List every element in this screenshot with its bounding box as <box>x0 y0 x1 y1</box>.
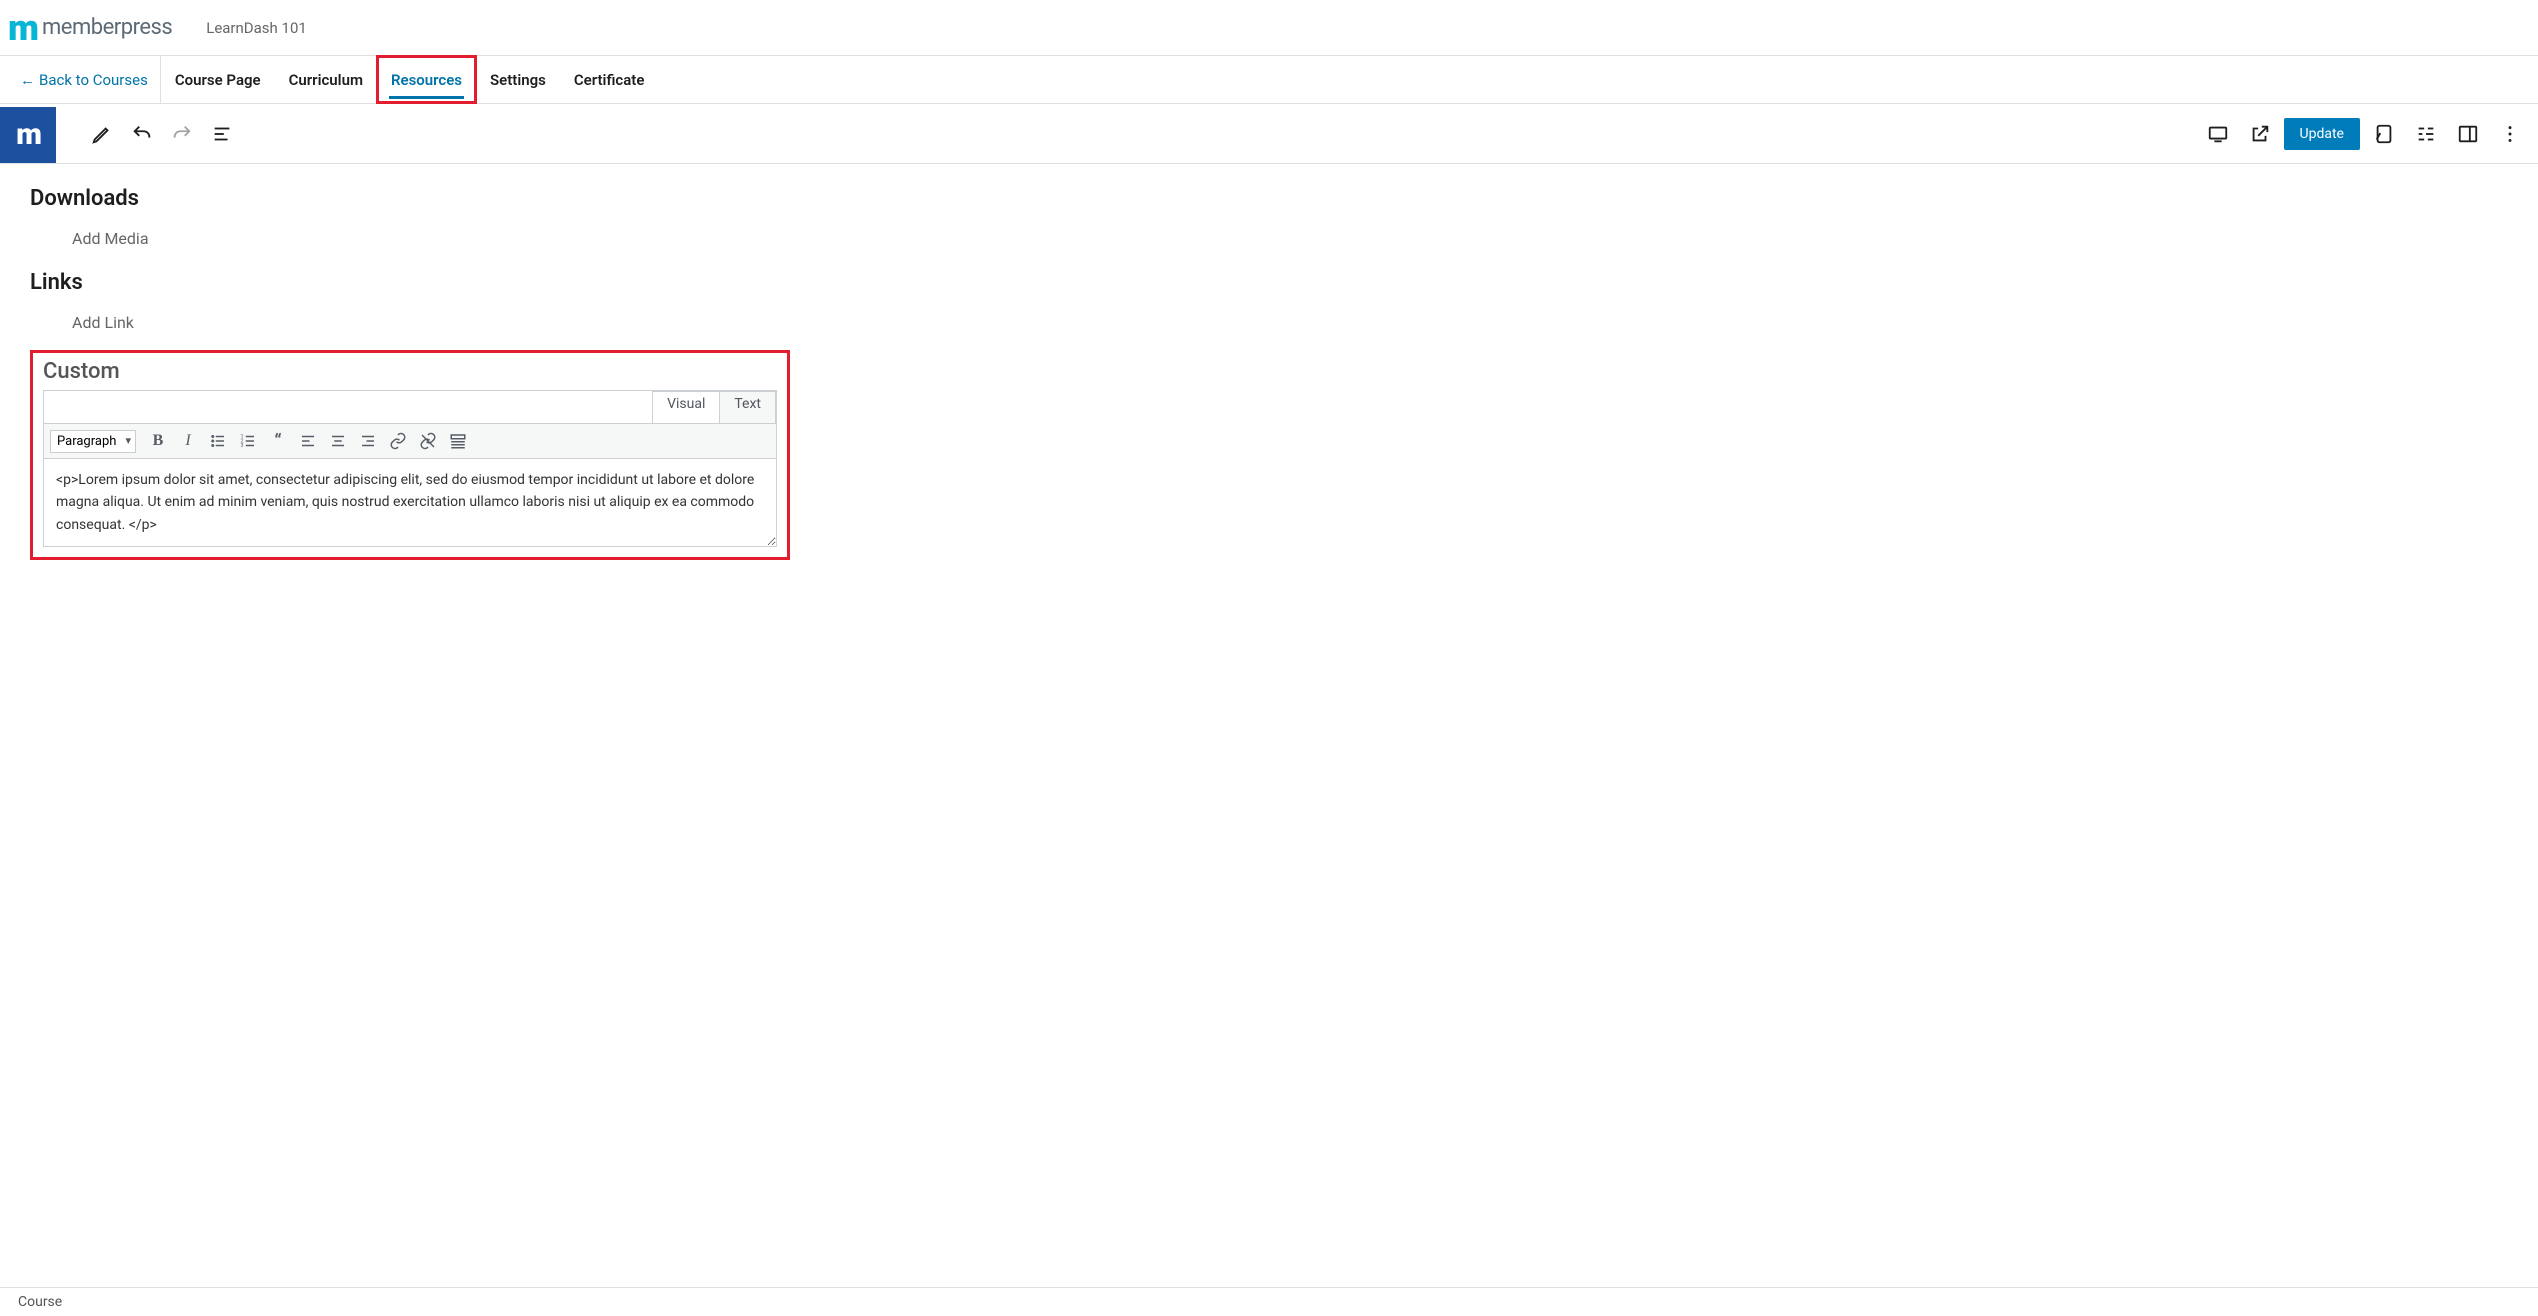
back-label: Back to Courses <box>39 71 148 89</box>
svg-text:3: 3 <box>241 443 244 449</box>
align-center-icon[interactable] <box>324 428 352 454</box>
brand-name: memberpress <box>42 15 172 40</box>
blockquote-icon[interactable]: “ <box>264 428 292 454</box>
editor-tools-right: Update <box>2200 116 2528 152</box>
add-media-button[interactable]: Add Media <box>30 225 149 270</box>
custom-heading: Custom <box>43 359 777 384</box>
toolbar-toggle-icon[interactable] <box>444 428 472 454</box>
tabs-group: Course Page Curriculum Resources Setting… <box>161 56 659 103</box>
resources-content: Downloads Add Media Links Add Link Custo… <box>0 164 820 640</box>
downloads-heading: Downloads <box>30 186 790 211</box>
update-button[interactable]: Update <box>2284 118 2360 150</box>
top-header: m memberpress LearnDash 101 <box>0 0 2538 56</box>
editor-mode-tabs: Visual Text <box>44 391 776 423</box>
custom-rich-editor: Visual Text Paragraph B I 123 “ <box>43 390 777 547</box>
align-right-icon[interactable] <box>354 428 382 454</box>
breadcrumb-item[interactable]: Course <box>18 1294 62 1310</box>
tab-course-page[interactable]: Course Page <box>161 56 275 103</box>
custom-section-highlight: Custom Visual Text Paragraph B I 123 <box>30 350 790 560</box>
block-editor-toolbar: m Update <box>0 104 2538 164</box>
sidebar-toggle-icon[interactable] <box>2450 116 2486 152</box>
block-navigation-icon[interactable] <box>2408 116 2444 152</box>
brand-logo: m memberpress <box>8 10 186 46</box>
arrow-left-icon: ← <box>20 71 35 89</box>
editor-text-tab[interactable]: Text <box>719 391 776 423</box>
memberpress-logo-mark: m <box>8 10 36 46</box>
course-title: LearnDash 101 <box>186 19 307 37</box>
tab-settings[interactable]: Settings <box>476 56 560 103</box>
breadcrumb-footer: Course <box>0 1287 2538 1316</box>
editor-content-area[interactable]: <p>Lorem ipsum dolor sit amet, consectet… <box>44 459 776 546</box>
editor-format-toolbar: Paragraph B I 123 “ <box>44 423 776 459</box>
tab-curriculum[interactable]: Curriculum <box>275 56 377 103</box>
italic-button[interactable]: I <box>174 428 202 454</box>
course-nav: ← Back to Courses Course Page Curriculum… <box>0 56 2538 104</box>
editor-visual-tab[interactable]: Visual <box>652 391 720 423</box>
memberpress-square-logo[interactable]: m <box>0 107 56 163</box>
tab-resources[interactable]: Resources <box>377 56 476 103</box>
numbered-list-icon[interactable]: 123 <box>234 428 262 454</box>
insert-link-icon[interactable] <box>384 428 412 454</box>
redo-icon[interactable] <box>164 116 200 152</box>
more-options-icon[interactable] <box>2492 116 2528 152</box>
external-preview-icon[interactable] <box>2242 116 2278 152</box>
document-outline-icon[interactable] <box>204 116 240 152</box>
back-to-courses-link[interactable]: ← Back to Courses <box>8 56 161 103</box>
tab-certificate[interactable]: Certificate <box>560 56 659 103</box>
desktop-view-icon[interactable] <box>2200 116 2236 152</box>
bold-button[interactable]: B <box>144 428 172 454</box>
undo-icon[interactable] <box>124 116 160 152</box>
links-heading: Links <box>30 270 790 295</box>
add-link-button[interactable]: Add Link <box>30 309 134 354</box>
edit-tool-pencil-icon[interactable] <box>84 116 120 152</box>
editor-tools-left <box>56 116 240 152</box>
remove-link-icon[interactable] <box>414 428 442 454</box>
bullet-list-icon[interactable] <box>204 428 232 454</box>
tablet-view-icon[interactable] <box>2366 116 2402 152</box>
paragraph-format-select[interactable]: Paragraph <box>50 430 136 453</box>
align-left-icon[interactable] <box>294 428 322 454</box>
